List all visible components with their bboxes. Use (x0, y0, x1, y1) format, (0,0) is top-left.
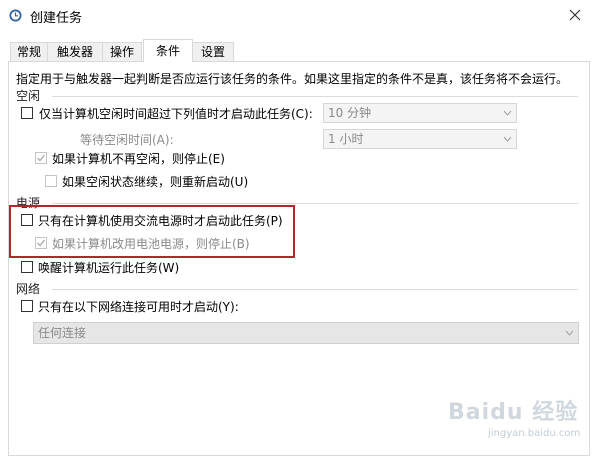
window-title: 创建任务 (30, 11, 83, 26)
power-group-divider (52, 203, 578, 204)
network-connection-value: 任何连接 (38, 326, 87, 340)
idle-duration-value: 10 分钟 (328, 106, 372, 120)
tab-general[interactable]: 常规 (10, 42, 48, 61)
idle-duration-select[interactable]: 10 分钟 (323, 103, 517, 123)
restart-if-idle-checkbox[interactable] (45, 175, 57, 187)
start-if-idle-label: 仅当计算机空闲时间超过下列值时才启动此任务(C): (39, 107, 313, 121)
close-icon (569, 9, 581, 21)
network-connection-select[interactable]: 任何连接 (33, 322, 579, 344)
start-if-network-checkbox[interactable] (21, 300, 33, 312)
network-group-label: 网络 (16, 282, 41, 296)
clock-icon (9, 9, 22, 22)
baidu-watermark: Baidu 经验 (448, 400, 579, 425)
wait-duration-value: 1 小时 (328, 132, 364, 146)
network-group-divider (52, 289, 578, 290)
tab-conditions[interactable]: 条件 (143, 39, 193, 62)
wait-duration-select[interactable]: 1 小时 (323, 129, 517, 149)
highlight-box (9, 205, 295, 258)
idle-group-divider (52, 96, 578, 97)
wake-to-run-label: 唤醒计算机运行此任务(W) (38, 261, 180, 275)
chevron-down-icon (565, 330, 574, 336)
checkmark-icon (37, 154, 45, 162)
tab-bar: 常规 触发器 操作 条件 设置 (0, 39, 596, 62)
watermark-url: jingyan.baidu.com (488, 428, 581, 439)
idle-group-label: 空闲 (16, 89, 41, 103)
chevron-down-icon (503, 110, 512, 116)
wait-idle-label: 等待空闲时间(A): (80, 133, 174, 147)
tab-actions[interactable]: 操作 (102, 42, 142, 61)
close-button[interactable] (556, 0, 596, 31)
stop-if-not-idle-label: 如果计算机不再空闲，则停止(E) (52, 152, 225, 166)
tab-triggers[interactable]: 触发器 (47, 42, 103, 61)
start-if-idle-checkbox[interactable] (21, 107, 33, 119)
conditions-description: 指定用于与触发器一起判断是否应运行该任务的条件。如果这里指定的条件不是真，该任务… (16, 72, 569, 86)
tab-settings[interactable]: 设置 (192, 42, 234, 61)
stop-if-not-idle-checkbox[interactable] (35, 152, 47, 164)
start-if-network-label: 只有在以下网络连接可用时才启动(Y): (38, 300, 239, 314)
wake-to-run-checkbox[interactable] (21, 261, 33, 273)
title-bar: 创建任务 (0, 0, 596, 31)
restart-if-idle-label: 如果空闲状态继续，则重新启动(U) (62, 175, 249, 189)
chevron-down-icon (503, 136, 512, 142)
